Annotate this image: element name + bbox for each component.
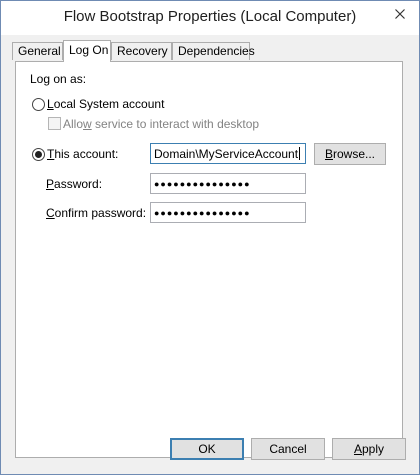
text-caret [299, 147, 301, 160]
tab-log-on[interactable]: Log On [63, 40, 111, 62]
local-system-label[interactable]: Local System account [47, 97, 164, 111]
local-system-radio[interactable] [32, 98, 45, 111]
allow-interact-label[interactable]: Allow service to interact with desktop [63, 117, 259, 131]
password-label: Password: [46, 177, 103, 191]
allow-interact-checkbox[interactable] [48, 117, 61, 130]
confirm-password-label: Confirm password: [46, 206, 147, 220]
log-on-panel: Log on as: Local System account Allow se… [15, 61, 403, 458]
account-name-input[interactable]: Domain\MyServiceAccount [150, 143, 306, 164]
tab-dependencies[interactable]: Dependencies [172, 42, 255, 60]
cancel-button[interactable]: Cancel [251, 438, 325, 460]
password-input[interactable]: ●●●●●●●●●●●●●●● [150, 173, 306, 194]
properties-window: Flow Bootstrap Properties (Local Compute… [0, 0, 420, 475]
log-on-as-label: Log on as: [30, 72, 87, 86]
confirm-password-input[interactable]: ●●●●●●●●●●●●●●● [150, 202, 306, 223]
dialog-client-area: General Log On Recovery Dependencies Log… [1, 35, 419, 474]
title-bar[interactable]: Flow Bootstrap Properties (Local Compute… [1, 1, 419, 35]
apply-button[interactable]: Apply [332, 438, 406, 460]
this-account-radio[interactable] [32, 148, 45, 161]
window-title: Flow Bootstrap Properties (Local Compute… [63, 8, 357, 25]
close-icon [394, 9, 405, 19]
tab-general[interactable]: General [12, 42, 63, 60]
this-account-label[interactable]: This account: [47, 147, 118, 161]
browse-button[interactable]: Browse... [314, 143, 386, 165]
ok-button[interactable]: OK [170, 438, 244, 460]
close-button[interactable] [384, 3, 415, 25]
tab-recovery[interactable]: Recovery [111, 42, 172, 60]
